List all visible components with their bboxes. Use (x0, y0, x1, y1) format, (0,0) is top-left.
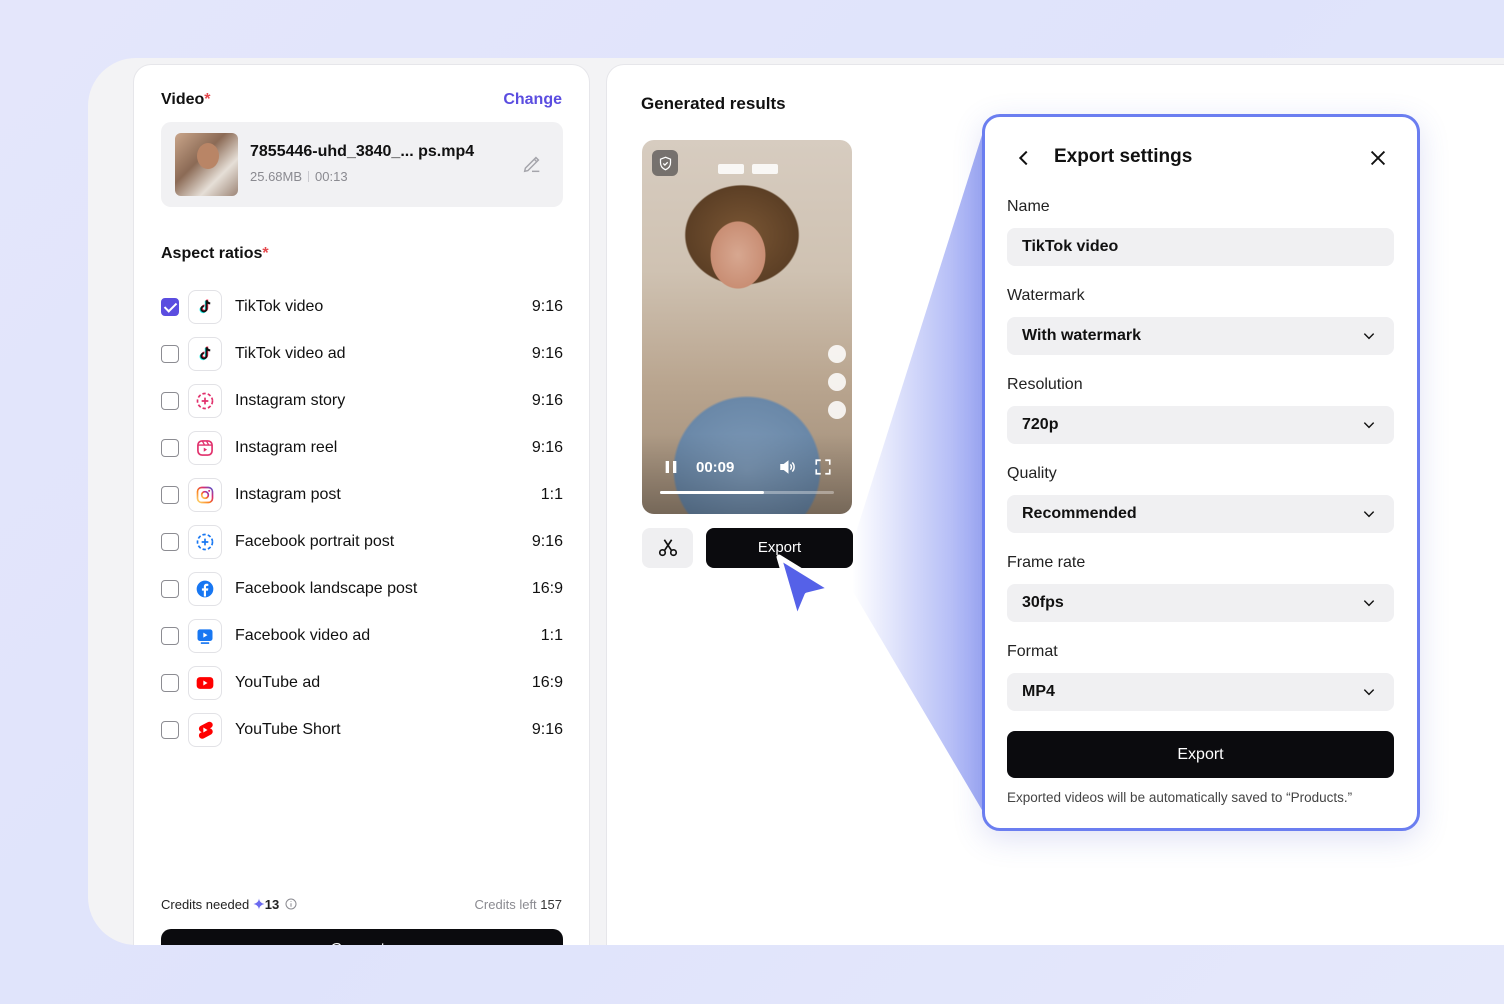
ratio-checkbox[interactable] (161, 579, 179, 598)
overlay-pill (718, 164, 744, 174)
file-name: 7855446-uhd_3840_... ps.mp4 (250, 143, 475, 160)
ratio-row-instagram-post[interactable]: Instagram post 1:1 (161, 471, 563, 518)
format-select[interactable]: MP4 (1007, 673, 1394, 711)
ratio-row-youtube-short[interactable]: YouTube Short 9:16 (161, 706, 563, 753)
video-time: 00:09 (696, 459, 735, 476)
instagram-story-icon (188, 383, 222, 418)
ratio-row-instagram-story[interactable]: Instagram story 9:16 (161, 377, 563, 424)
side-action-dot[interactable] (828, 401, 846, 419)
framerate-select[interactable]: 30fps (1007, 584, 1394, 622)
name-input[interactable]: TikTok video (1007, 228, 1394, 266)
mouse-cursor-icon (776, 554, 834, 622)
ratio-row-youtube-ad[interactable]: YouTube ad 16:9 (161, 659, 563, 706)
generate-button[interactable]: Generate (161, 929, 563, 945)
edit-pencil-icon[interactable] (521, 153, 543, 175)
facebook-icon (188, 571, 222, 606)
volume-icon[interactable] (777, 458, 797, 476)
export-settings-modal: Export settings Name TikTok video Waterm… (982, 114, 1420, 831)
scissors-icon (658, 539, 677, 557)
video-preview[interactable]: 00:09 (642, 140, 852, 514)
side-action-dot[interactable] (828, 345, 846, 363)
file-meta: 25.68MB 00:13 (250, 169, 348, 184)
ratio-checkbox[interactable] (161, 297, 179, 316)
info-icon[interactable] (285, 898, 297, 910)
format-label: Format (1007, 643, 1058, 660)
close-icon[interactable] (1367, 147, 1389, 169)
youtube-shorts-icon (188, 712, 222, 747)
facebook-story-icon (188, 524, 222, 559)
ratio-checkbox[interactable] (161, 720, 179, 739)
ratio-checkbox[interactable] (161, 485, 179, 504)
facebook-video-icon (188, 618, 222, 653)
chevron-down-icon (1363, 511, 1375, 518)
ratio-checkbox[interactable] (161, 673, 179, 692)
video-section-title: Video* (161, 91, 211, 108)
tiktok-icon (188, 289, 222, 324)
watermark-label: Watermark (1007, 287, 1085, 304)
overlay-pill (752, 164, 778, 174)
video-file-card: 7855446-uhd_3840_... ps.mp4 25.68MB 00:13 (161, 122, 563, 207)
ratio-checkbox[interactable] (161, 626, 179, 645)
ratio-checkbox[interactable] (161, 532, 179, 551)
results-title: Generated results (641, 94, 786, 113)
modal-title: Export settings (1054, 146, 1193, 167)
quality-select[interactable]: Recommended (1007, 495, 1394, 533)
aspect-ratio-list: TikTok video 9:16 TikTok video ad 9:16 I… (161, 283, 563, 753)
video-progress-track[interactable] (660, 491, 834, 494)
video-thumbnail (175, 133, 238, 196)
resolution-label: Resolution (1007, 376, 1083, 393)
watermark-select[interactable]: With watermark (1007, 317, 1394, 355)
fullscreen-icon[interactable] (814, 458, 832, 476)
ratio-checkbox[interactable] (161, 438, 179, 457)
chevron-down-icon (1363, 422, 1375, 429)
modal-export-button[interactable]: Export (1007, 731, 1394, 778)
ratio-checkbox[interactable] (161, 344, 179, 363)
credits-needed: Credits needed 13 (161, 897, 297, 912)
ratio-checkbox[interactable] (161, 391, 179, 410)
ratio-row-facebook-video-ad[interactable]: Facebook video ad 1:1 (161, 612, 563, 659)
back-chevron-icon[interactable] (1013, 147, 1035, 169)
input-panel: Video* Change 7855446-uhd_3840_... ps.mp… (133, 64, 590, 945)
tiktok-icon (188, 336, 222, 371)
shield-icon (652, 150, 678, 176)
name-label: Name (1007, 198, 1050, 215)
aspect-ratios-title: Aspect ratios* (161, 245, 269, 262)
ratio-row-facebook-portrait-post[interactable]: Facebook portrait post 9:16 (161, 518, 563, 565)
chevron-down-icon (1363, 600, 1375, 607)
credits-left: Credits left 157 (474, 897, 562, 912)
ratio-row-tiktok-video-ad[interactable]: TikTok video ad 9:16 (161, 330, 563, 377)
quality-label: Quality (1007, 465, 1057, 482)
chevron-down-icon (1363, 689, 1375, 696)
chevron-down-icon (1363, 333, 1375, 340)
video-progress-fill (660, 491, 765, 494)
ratio-row-facebook-landscape-post[interactable]: Facebook landscape post 16:9 (161, 565, 563, 612)
change-video-link[interactable]: Change (503, 91, 562, 109)
instagram-icon (188, 477, 222, 512)
export-note: Exported videos will be automatically sa… (1007, 790, 1353, 805)
ratio-row-tiktok-video[interactable]: TikTok video 9:16 (161, 283, 563, 330)
resolution-select[interactable]: 720p (1007, 406, 1394, 444)
instagram-reel-icon (188, 430, 222, 465)
video-controls: 00:09 (642, 434, 852, 514)
framerate-label: Frame rate (1007, 554, 1086, 571)
youtube-icon (188, 665, 222, 700)
ratio-row-instagram-reel[interactable]: Instagram reel 9:16 (161, 424, 563, 471)
side-action-dot[interactable] (828, 373, 846, 391)
sparkle-icon (253, 898, 265, 910)
pause-icon[interactable] (663, 459, 679, 475)
trim-button[interactable] (642, 528, 693, 568)
